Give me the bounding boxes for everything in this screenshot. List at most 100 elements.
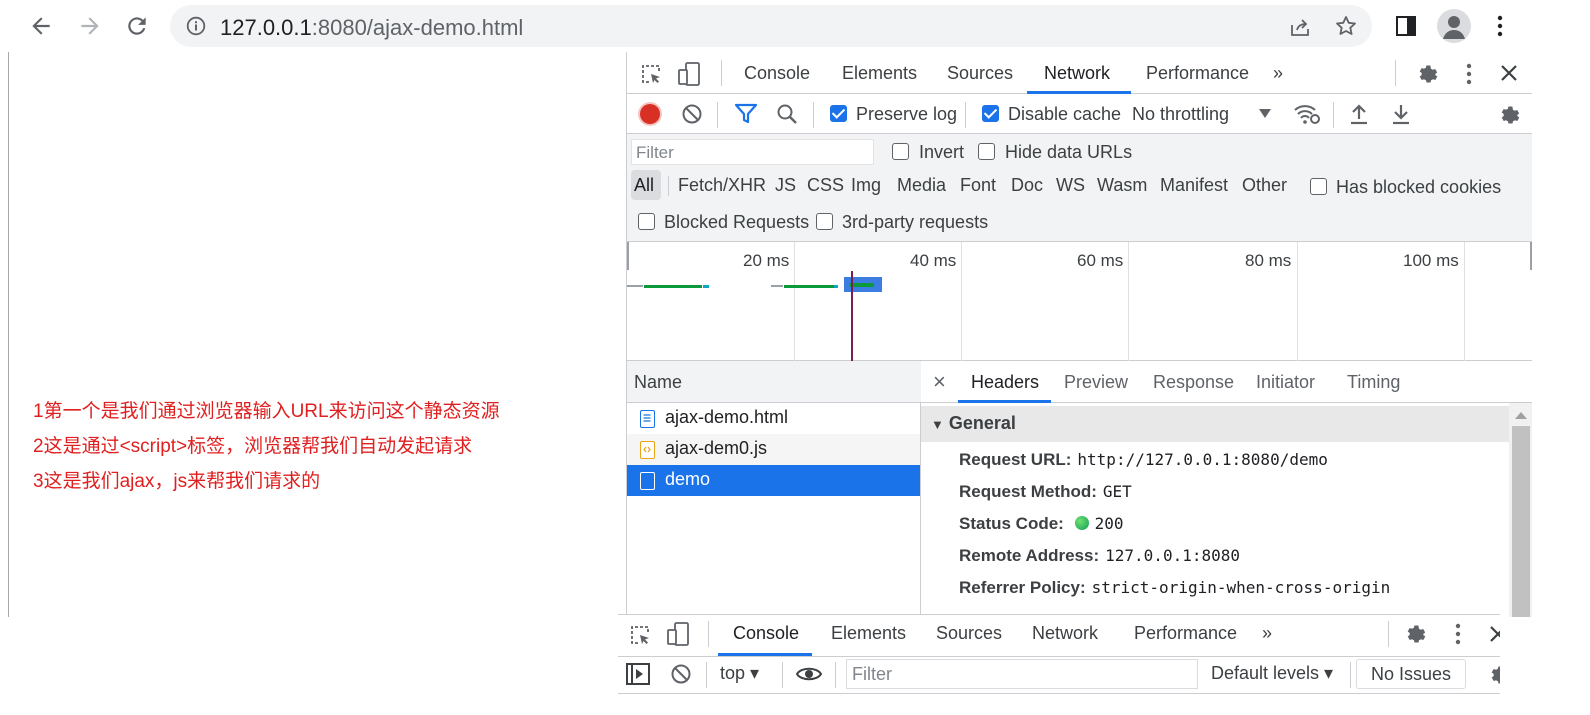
more-options-icon[interactable] [1459,62,1479,86]
tab-network[interactable]: Network [1044,63,1110,84]
field-status-code: Status Code: 200 [959,514,1123,534]
search-icon[interactable] [776,103,798,125]
avatar[interactable] [1437,9,1471,43]
chevron-down-icon[interactable] [1259,109,1271,119]
details-active-indicator [958,400,1051,403]
drawer-tab-sources[interactable]: Sources [936,623,1002,644]
console-filter-input[interactable]: Filter [846,659,1198,689]
filter-type-all[interactable]: All [631,170,661,200]
filter-type-img[interactable]: Img [851,175,881,196]
log-levels-select[interactable]: Default levels ▾ [1211,663,1333,684]
forward-arrow-icon[interactable] [77,13,103,39]
export-har-icon[interactable] [1391,103,1411,125]
divider [708,621,709,647]
tab-performance[interactable]: Performance [1146,63,1249,84]
filter-type-media[interactable]: Media [897,175,946,196]
blocked-requests-checkbox[interactable] [638,213,655,230]
close-details-icon[interactable]: × [933,369,946,395]
side-panel-icon[interactable] [1394,14,1418,38]
filter-type-font[interactable]: Font [960,175,996,196]
overview-tick-40ms: 40 ms [910,251,957,270]
network-overview[interactable]: 20 ms 40 ms 60 ms 80 ms 100 ms [627,241,1532,362]
filter-type-doc[interactable]: Doc [1011,175,1043,196]
has-blocked-cookies-checkbox[interactable] [1310,178,1327,195]
reload-icon[interactable] [124,13,150,39]
name-column-header[interactable]: Name [627,361,921,403]
divider [835,662,836,688]
show-sidebar-icon[interactable] [626,663,650,685]
scroll-up-arrow-icon[interactable] [1515,411,1527,419]
clear-console-icon[interactable] [670,663,692,685]
more-options-icon[interactable] [1448,622,1468,646]
console-toolbar: top ▾ Filter Default levels ▾ No Issues [618,656,1500,694]
import-har-icon[interactable] [1349,103,1369,125]
close-drawer-icon[interactable] [1488,624,1500,644]
tab-preview[interactable]: Preview [1064,372,1128,393]
info-icon[interactable] [186,16,206,36]
overview-gridline [1297,242,1298,362]
issues-button[interactable]: No Issues [1356,659,1467,689]
tab-response[interactable]: Response [1153,372,1234,393]
tab-timing[interactable]: Timing [1347,372,1400,393]
disable-cache-checkbox[interactable] [982,105,999,122]
settings-gear-icon[interactable] [1404,622,1428,646]
inspect-element-icon[interactable] [639,62,663,86]
drawer-tab-elements[interactable]: Elements [831,623,906,644]
hide-data-urls-checkbox[interactable] [978,143,995,160]
record-icon[interactable] [640,104,660,124]
overview-right-handle[interactable] [1530,242,1532,270]
more-tabs[interactable]: » [1273,63,1283,84]
invert-checkbox[interactable] [892,143,909,160]
request-row-ajax-dem0-js[interactable]: ajax-dem0.js [627,434,920,465]
drawer-tab-console[interactable]: Console [733,623,799,644]
request-row-demo[interactable]: demo [627,465,920,496]
url-path: :8080/ajax-demo.html [311,15,524,40]
drawer-tab-network[interactable]: Network [1032,623,1098,644]
tab-sources[interactable]: Sources [947,63,1013,84]
throttling-select[interactable]: No throttling [1132,104,1229,125]
device-toolbar-icon[interactable] [677,61,703,87]
tab-console[interactable]: Console [744,63,810,84]
tab-initiator[interactable]: Initiator [1256,372,1315,393]
annotation-note-1: 1第一个是我们通过浏览器输入URL来访问这个静态资源 [33,401,500,422]
general-section-header[interactable]: ▼ General [921,406,1509,442]
close-devtools-icon[interactable] [1499,63,1519,83]
filter-type-css[interactable]: CSS [807,175,844,196]
console-settings-gear-icon[interactable] [1488,663,1500,687]
network-conditions-icon[interactable] [1293,102,1321,126]
field-value: strict-origin-when-cross-origin [1091,578,1391,597]
network-settings-gear-icon[interactable] [1498,103,1522,127]
share-icon[interactable] [1288,15,1312,39]
back-arrow-icon[interactable] [28,13,54,39]
filter-type-wasm[interactable]: Wasm [1097,175,1147,196]
field-key: Request Method: [959,482,1097,501]
filter-input[interactable]: Filter [631,139,874,165]
device-toolbar-icon[interactable] [666,621,692,647]
address-bar[interactable]: 127.0.0.1:8080/ajax-demo.html [170,5,1372,47]
menu-dots-icon[interactable] [1490,14,1510,38]
filter-type-other[interactable]: Other [1242,175,1287,196]
drawer-tab-performance[interactable]: Performance [1134,623,1237,644]
inspect-element-icon[interactable] [628,623,652,647]
star-icon[interactable] [1334,14,1358,38]
overview-left-handle[interactable] [627,242,629,270]
url-host: 127.0.0.1 [220,15,312,40]
details-scrollbar-thumb[interactable] [1512,426,1530,617]
tab-headers[interactable]: Headers [971,372,1039,393]
filter-type-manifest[interactable]: Manifest [1160,175,1228,196]
filter-type-ws[interactable]: WS [1056,175,1085,196]
third-party-checkbox[interactable] [816,213,833,230]
preserve-log-checkbox[interactable] [830,105,847,122]
clear-icon[interactable] [681,103,703,125]
request-name: ajax-dem0.js [665,438,768,458]
settings-gear-icon[interactable] [1416,62,1440,86]
filter-funnel-icon[interactable] [734,103,758,125]
drawer-more-tabs[interactable]: » [1262,623,1272,644]
context-select[interactable]: top ▾ [720,663,759,684]
request-name: demo [665,469,711,489]
filter-type-fetch-xhr[interactable]: Fetch/XHR [678,175,766,196]
request-row-ajax-demo-html[interactable]: ajax-demo.html [627,403,920,434]
tab-elements[interactable]: Elements [842,63,917,84]
eye-icon[interactable] [795,664,823,684]
filter-type-js[interactable]: JS [775,175,796,196]
